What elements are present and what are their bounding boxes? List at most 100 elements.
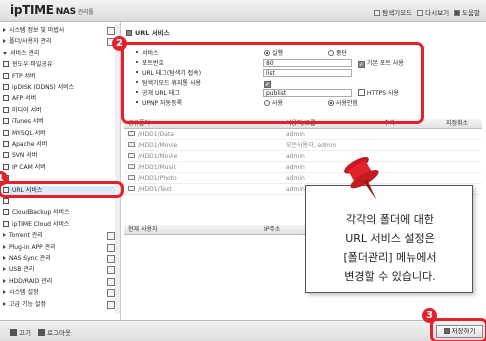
explorer-icon [374,10,381,16]
collapse-arrow-icon [3,278,6,283]
menu-shortcut-icon[interactable] [107,27,115,35]
sidebar-item[interactable]: NAS Sync 관리 [3,254,115,264]
sidebar-item-label: Torrent 관리 [9,232,43,240]
folder-icon [128,175,135,180]
collapse-arrow-icon [3,244,6,249]
table-row[interactable]: /HDD1/Movie 모든사용자, admin [124,141,482,151]
sidebar-item-label: ipTIME Cloud 서비스 [12,220,70,228]
pin-icon [344,157,379,200]
badge-3: 3 [422,308,437,323]
sidebar-scrollbar[interactable] [115,24,120,314]
collapse-arrow-icon [3,267,6,272]
service-icon [3,209,9,216]
sidebar-item[interactable]: CloudBackup 서비스 [3,208,115,218]
url-service-icon [126,30,132,36]
sidebar-item[interactable]: ipDISK (DDNS) 서비스 [3,83,115,93]
folder-user: 모든사용자, admin [286,142,337,149]
logout-icon [38,329,45,336]
sidebar-item-label: ipDISK (DDNS) 서비스 [12,84,75,91]
table-row[interactable]: /HDD1/Movie admin [124,152,482,162]
sidebar-item-label: HDD/RAID 관리 [9,277,53,285]
service-icon [3,141,9,147]
logo-manager: 관리툴 [77,9,94,16]
collapse-arrow-icon [3,28,6,32]
table-row[interactable]: /HDD1/Data admin [124,130,482,140]
sidebar-item[interactable]: SVN 서버 [3,151,115,161]
expand-arrow-icon [3,51,7,55]
table-row[interactable]: /HDD1/Photo admin [124,174,482,184]
service-icon [3,220,9,227]
sidebar-item[interactable]: 폴더/사용자 관리 [3,37,115,47]
sidebar-item[interactable]: AFP 서버 [3,94,115,104]
table-row[interactable]: /HDD1/Music admin [124,163,482,173]
sidebar-item[interactable]: Plug-in APP 관리 [3,243,115,253]
refresh-link[interactable]: 다시보기 [417,7,449,17]
menu-shortcut-icon[interactable] [107,300,115,309]
logo-text: ipTIME [10,3,54,17]
highlight-form [121,42,424,124]
help-icon [454,10,461,16]
sidebar-item[interactable]: MYSQL 서버 [3,129,115,139]
folder-path: /HDD1/Music [138,164,177,171]
sidebar-item[interactable]: IP CAM 서버 [3,163,115,173]
menu-shortcut-icon[interactable] [107,277,115,286]
top-bar: ipTIME NAS 관리툴 탐색기모드 다시보기 도움말 [0,0,486,22]
user-table-header: 현재 사용자 IP주소 [124,225,314,235]
sidebar-item[interactable]: 시스템 정보 및 마법사 [3,26,115,36]
sidebar-item[interactable]: 시스템 설정 [3,288,115,298]
menu-shortcut-icon[interactable] [107,289,115,298]
sidebar-item[interactable]: 미디어 서버 [3,106,115,116]
sidebar-item-label: Plug-in APP 관리 [9,243,56,251]
header-current-user: 현재 사용자 [128,226,158,233]
folder-user: admin [286,175,305,182]
folder-icon [128,131,135,136]
sidebar-item-label: iTunes 서버 [12,118,44,126]
sidebar-item[interactable]: 윈도우 파일공유 [3,60,115,70]
power-off-link[interactable]: 끄기 [10,327,31,337]
sidebar-item[interactable]: 서비스 관리 [3,49,115,59]
sidebar-item[interactable]: 고급 기능 설정 [3,300,115,310]
top-links: 탐색기모드 다시보기 도움말 [374,7,480,17]
logo-nas: NAS [55,7,76,17]
power-icon [10,329,17,336]
menu-shortcut-icon[interactable] [107,266,115,275]
sidebar-item[interactable]: ipTIME Cloud 서비스 [3,220,115,230]
sidebar-item[interactable]: USB 관리 [3,265,115,275]
sidebar-item-label: SVN 서버 [12,152,38,160]
folder-icon [128,153,135,158]
sidebar-item[interactable]: Torrent 관리 [3,231,115,241]
sidebar-item[interactable]: iTunes 서버 [3,117,115,127]
sidebar-item[interactable]: FTP 서버 [3,72,115,82]
sidebar-item[interactable]: Apache 서버 [3,140,115,150]
sidebar-item[interactable] [3,197,115,207]
folder-icon [128,142,135,147]
collapse-arrow-icon [3,301,6,306]
page-title: URL 서비스 [126,27,170,37]
folder-user: admin [286,164,305,171]
sidebar-item-label: USB 관리 [9,266,35,274]
highlight-save [430,318,486,341]
logout-link[interactable]: 로그아웃 [38,327,71,337]
collapse-arrow-icon [3,290,6,295]
help-link[interactable]: 도움말 [454,7,480,17]
footer-bar: 끄기 로그아웃 [0,320,486,341]
app-logo: ipTIME NAS 관리툴 [10,3,94,17]
service-icon [3,84,9,90]
collapse-arrow-icon [3,256,6,260]
sidebar-item[interactable]: HDD/RAID 관리 [3,277,115,287]
sidebar-item-label: 서비스 관리 [10,49,40,57]
menu-shortcut-icon[interactable] [107,232,115,241]
sidebar-item-label: AFP 서버 [12,95,37,103]
unassign-button[interactable]: 지정취소 [446,119,468,129]
sidebar-item-label: 폴더/사용자 관리 [9,38,52,46]
service-icon [3,61,9,68]
header-ip: IP주소 [264,226,281,233]
service-icon [3,72,9,79]
menu-shortcut-icon[interactable] [107,243,115,252]
explorer-mode-link[interactable]: 탐색기모드 [374,7,412,17]
folder-user: admin [286,131,305,138]
folder-path: /HDD1/Data [138,131,174,138]
service-icon [3,118,9,125]
menu-shortcut-icon[interactable] [107,255,115,263]
sidebar-item-label: Apache 서버 [12,141,48,148]
